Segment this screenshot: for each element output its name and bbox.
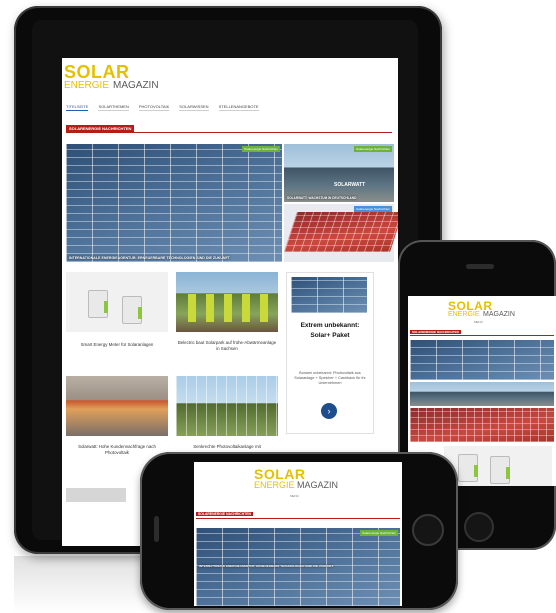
logo-energie[interactable]: ENERGIE (64, 80, 109, 91)
phone-logo-magazin[interactable]: MAGAZIN (483, 311, 515, 318)
roof-solar-panels (284, 212, 398, 252)
phone-side-article-1[interactable] (410, 382, 554, 406)
card-2-caption[interactable]: Belectric baut Solarpark auf frühe-Abwär… (176, 340, 278, 351)
ad-text: Bonami unbekannt: Photovoltaik aus Solar… (294, 371, 366, 385)
nav-item-solarwissen[interactable]: SOLARWISSEN (179, 104, 209, 111)
front-section-label: SOLARENERGIE NACHRICHTEN (196, 512, 253, 516)
side-article-1-caption[interactable]: SOLARWATT: WACHSTUM IN DEUTSCHLAND (287, 196, 356, 200)
phone-storage-unit-2 (490, 456, 510, 484)
ad-title-line2: Solar+ Paket (310, 332, 350, 339)
card-1-image[interactable] (66, 272, 168, 332)
ad-arrow-button[interactable]: › (321, 403, 337, 419)
featured-badge: Solarenergie Nachrichten (242, 146, 280, 152)
person-4 (242, 294, 250, 322)
phone-front-home-button[interactable] (412, 514, 444, 546)
phone-home-button[interactable] (464, 512, 494, 542)
phone-section-label: SOLARENERGIE NACHRICHTEN (410, 330, 461, 334)
side-article-1-badge: Solarenergie Nachrichten (354, 146, 392, 152)
phone-featured-image[interactable] (410, 340, 554, 380)
phone-front-speaker (154, 516, 159, 542)
advertisement-box[interactable]: Extrem unbekannt: Solar+ Paket Bonami un… (286, 272, 374, 434)
side-article-1-image[interactable]: Solarenergie Nachrichten SOLARWATT SOLAR… (284, 144, 394, 202)
front-section-rule (196, 518, 400, 519)
storage-unit-1 (88, 290, 108, 318)
card-3-caption[interactable]: Solarwatt: Hohe Kundennachfrage nach Pho… (66, 444, 168, 455)
section-rule (66, 132, 392, 133)
smartphone-landscape-screen: SOLAR ENERGIE MAGAZIN MENÜ SOLARENERGIE … (194, 462, 402, 606)
ad-title-line1: Extrem unbekannt: (300, 322, 360, 329)
side-article-2-badge: Solarenergie Nachrichten (354, 206, 392, 212)
nav-item-photovoltaik[interactable]: PHOTOVOLTAIK (138, 104, 170, 111)
solarwatt-brand-text: SOLARWATT (334, 182, 366, 188)
front-logo-energie[interactable]: ENERGIE (254, 480, 295, 490)
phone-menu-label[interactable]: MENÜ (474, 320, 483, 324)
front-featured-caption[interactable]: INTERNATIONALE ENERGIEAGENTUR: ERNEUERBA… (199, 564, 333, 568)
side-article-2-image[interactable]: Solarenergie Nachrichten (284, 204, 398, 262)
phone-card-image[interactable] (444, 446, 552, 486)
phone-logo-energie[interactable]: ENERGIE (448, 311, 480, 318)
card-1-caption[interactable]: Smart Energy Meter für Solaranlagen (66, 342, 168, 348)
front-logo-magazin[interactable]: MAGAZIN (297, 480, 338, 490)
card-4-caption[interactable]: Senkrechte Photovoltaikanlage mit (176, 444, 278, 450)
person-1 (188, 294, 196, 322)
front-menu-label[interactable]: MENÜ (290, 494, 299, 498)
ad-image (291, 277, 367, 313)
card-2-image[interactable] (176, 272, 278, 332)
phone-side-article-2[interactable] (410, 408, 554, 442)
featured-article-image[interactable]: Solarenergie Nachrichten INTERNATIONALE … (66, 144, 282, 262)
section-label: SOLARENERGIE NACHRICHTEN (66, 125, 135, 132)
featured-caption[interactable]: INTERNATIONALE ENERGIEAGENTUR: ERNEUERBA… (69, 256, 230, 260)
person-2 (206, 294, 214, 322)
nav-item-titelseite[interactable]: TITELSEITE (66, 104, 89, 111)
storage-unit-2 (122, 296, 142, 324)
person-5 (260, 294, 268, 322)
nav-item-solarthemen[interactable]: SOLARTHEMEN (98, 104, 129, 111)
logo-magazin[interactable]: MAGAZIN (113, 80, 159, 91)
nav-item-stellenangebote[interactable]: STELLENANGEBOTE (218, 104, 259, 111)
card-3-image[interactable] (66, 376, 168, 436)
card-4-image[interactable] (176, 376, 278, 436)
phone-speaker (466, 264, 494, 269)
phone-section-rule (410, 335, 554, 336)
front-featured-image[interactable]: Solarenergie Nachrichten INTERNATIONALE … (196, 528, 400, 606)
person-3 (224, 294, 232, 322)
main-nav: TITELSEITE SOLARTHEMEN PHOTOVOLTAIK SOLA… (66, 104, 259, 111)
phone-storage-unit-1 (458, 454, 478, 482)
front-featured-badge: Solarenergie Nachrichten (360, 530, 398, 536)
card-5-image-partial[interactable] (66, 488, 126, 502)
